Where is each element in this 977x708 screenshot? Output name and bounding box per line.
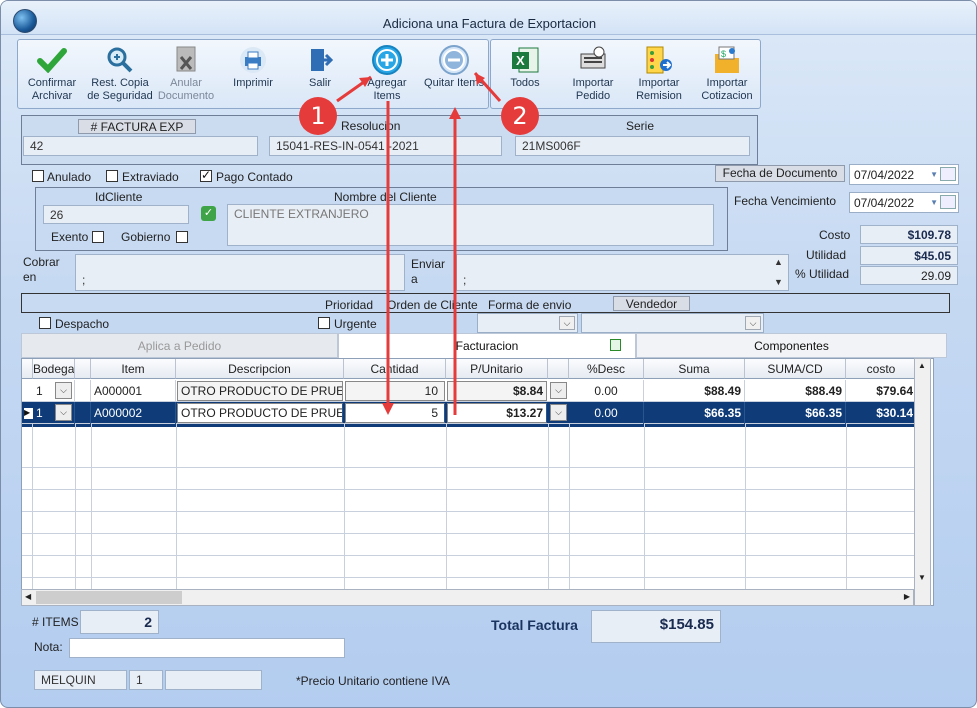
annotation-badge-2: 2 — [501, 97, 539, 135]
annotation-badge-1: 1 — [299, 97, 337, 135]
arrowhead-icon — [449, 107, 461, 119]
annotation-overlay — [336, 72, 502, 415]
app-window: Adiciona una Factura de Exportacion Conf… — [0, 0, 977, 708]
arrowhead-icon — [382, 403, 394, 415]
